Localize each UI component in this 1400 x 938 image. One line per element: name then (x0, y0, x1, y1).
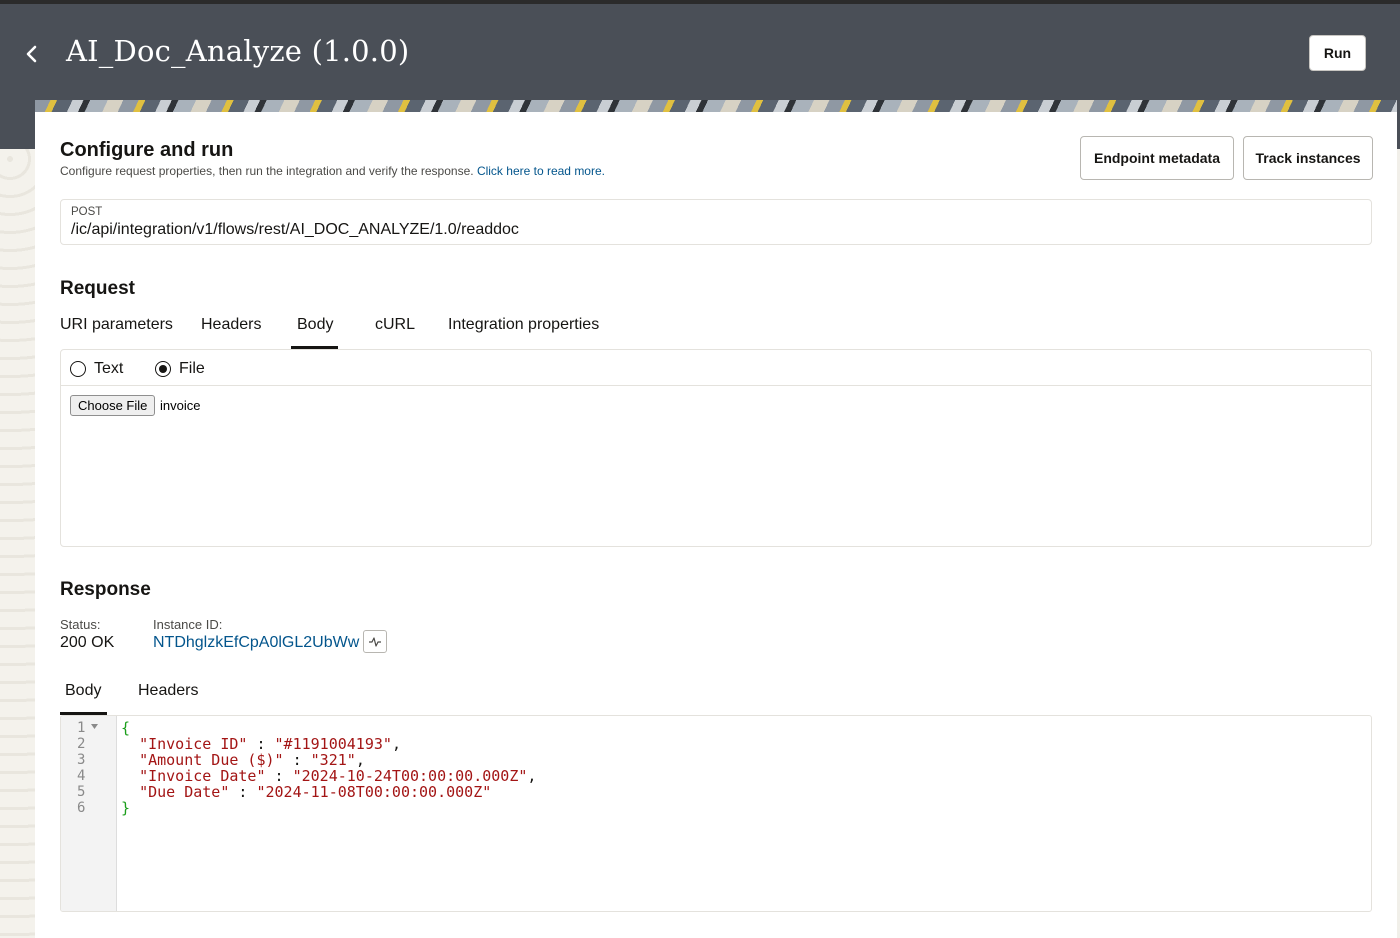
radio-text[interactable]: Text (70, 360, 123, 378)
tab-integration-properties[interactable]: Integration properties (448, 316, 599, 334)
instance-id-link[interactable]: NTDhglzkEfCpA0lGL2UbWw (153, 634, 359, 652)
line-number: 5 (77, 784, 86, 800)
line-number: 4 (77, 768, 86, 784)
radio-unchecked-icon (70, 361, 86, 377)
activity-icon (369, 636, 381, 647)
configure-description: Configure request properties, then run t… (60, 164, 605, 178)
line-number: 3 (77, 752, 86, 768)
json-line: "Due Date" : "2024-11-08T00:00:00.000Z" (139, 783, 492, 801)
selected-file-name: invoice (160, 398, 201, 413)
response-title: Response (60, 579, 151, 600)
page-title: AI_Doc_Analyze (1.0.0) (66, 34, 410, 68)
background-pattern (0, 149, 35, 938)
instance-id-label: Instance ID: (153, 617, 223, 632)
choose-file-button[interactable]: Choose File (70, 395, 156, 416)
endpoint-metadata-button[interactable]: Endpoint metadata (1080, 136, 1234, 180)
status-label: Status: (60, 617, 101, 632)
run-button[interactable]: Run (1309, 35, 1366, 71)
json-key: "Due Date" (139, 783, 230, 801)
fold-arrow-icon[interactable] (91, 724, 98, 730)
response-tab-headers[interactable]: Headers (138, 682, 198, 700)
radio-checked-icon (155, 361, 171, 377)
activity-stream-button[interactable] (363, 630, 387, 653)
track-instances-button[interactable]: Track instances (1243, 136, 1373, 180)
tab-curl[interactable]: cURL (375, 316, 415, 334)
configure-description-text: Configure request properties, then run t… (60, 164, 474, 178)
line-number: 6 (77, 800, 86, 816)
chevron-left-icon (26, 45, 37, 63)
request-body-panel: Text File Choose File invoice (60, 349, 1372, 547)
json-comma: , (527, 767, 537, 785)
decorative-banner (35, 100, 1397, 112)
json-open-brace: { (121, 719, 131, 737)
status-value: 200 OK (60, 634, 115, 651)
radio-text-label: Text (94, 360, 124, 377)
radio-file-label: File (179, 360, 205, 377)
body-type-selector: Text File (61, 350, 1371, 386)
tab-headers[interactable]: Headers (201, 316, 261, 334)
json-comma: , (391, 735, 401, 753)
main-panel: Configure and run Configure request prop… (35, 112, 1397, 938)
configure-title: Configure and run (60, 139, 234, 161)
line-number: 1 (77, 720, 86, 736)
json-line: "Invoice Date" : "2024-10-24T00:00:00.00… (139, 767, 537, 785)
line-number-gutter: 1 2 3 4 5 6 (61, 716, 117, 911)
json-line: "Invoice ID" : "#1191004193", (139, 735, 401, 753)
json-line: "Amount Due ($)" : "321", (139, 751, 365, 769)
tab-uri-parameters[interactable]: URI parameters (60, 316, 173, 334)
endpoint-method: POST (71, 206, 103, 218)
request-title: Request (60, 278, 135, 299)
endpoint-path: /ic/api/integration/v1/flows/rest/AI_DOC… (71, 221, 519, 238)
json-value: "2024-11-08T00:00:00.000Z" (256, 783, 492, 801)
radio-file[interactable]: File (155, 360, 205, 378)
line-number: 2 (77, 736, 86, 752)
learn-more-link[interactable]: Click here to read more. (477, 164, 605, 178)
json-close-brace: } (121, 799, 131, 817)
tab-body[interactable]: Body (297, 316, 333, 334)
response-tab-body[interactable]: Body (65, 682, 101, 700)
endpoint-box: POST /ic/api/integration/v1/flows/rest/A… (60, 199, 1372, 245)
response-body-viewer[interactable]: 1 2 3 4 5 6 { "Invoice ID" : "#119100419… (60, 715, 1372, 912)
back-button[interactable] (18, 40, 46, 68)
